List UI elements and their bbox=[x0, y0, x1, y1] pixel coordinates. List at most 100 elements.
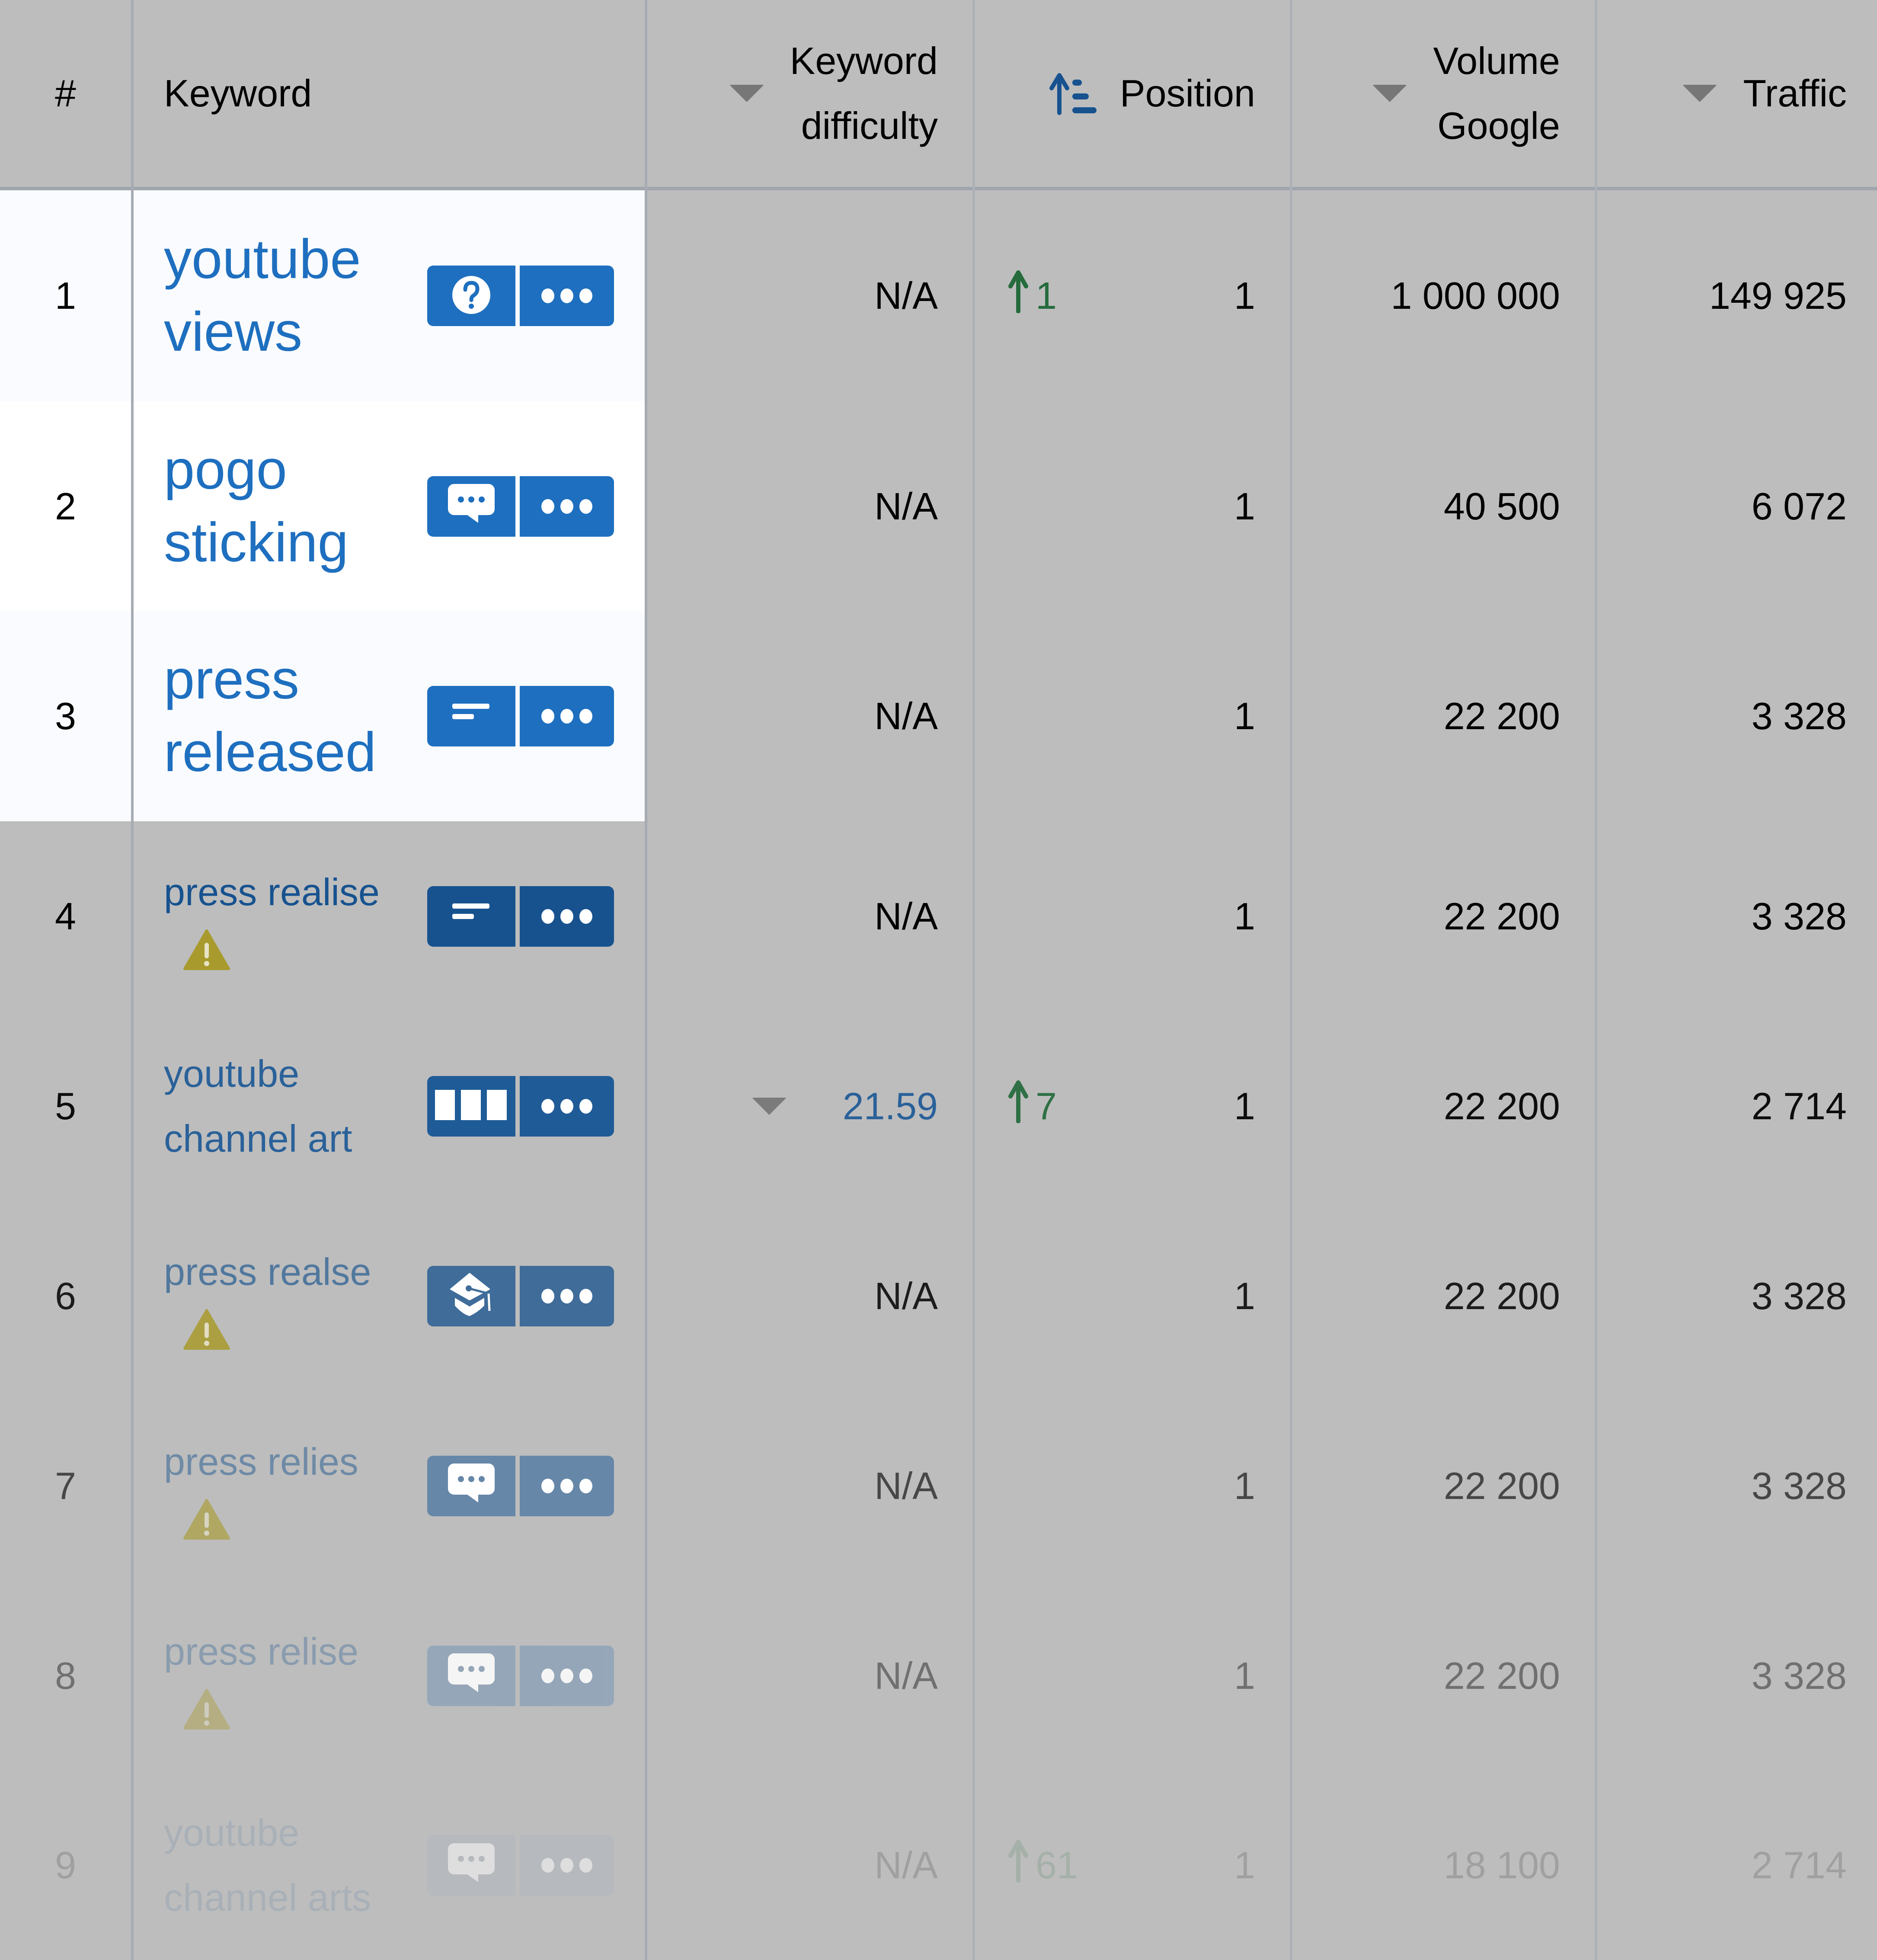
position-value: 1 bbox=[1234, 1844, 1255, 1886]
sort-caret-icon[interactable] bbox=[729, 85, 764, 102]
traffic-value: 3 328 bbox=[1751, 1464, 1847, 1507]
header-keyword-difficulty[interactable]: Keyword difficulty bbox=[647, 0, 972, 187]
volume-cell: 22 200 bbox=[1292, 1391, 1595, 1581]
position-change: 1 bbox=[1005, 270, 1057, 322]
keyword-link[interactable]: press relise bbox=[164, 1619, 415, 1684]
keyword-cell: pogo sticking bbox=[134, 401, 645, 611]
warning-icon[interactable] bbox=[183, 929, 415, 973]
traffic-value: 2 714 bbox=[1751, 1844, 1847, 1886]
more-actions-button[interactable] bbox=[520, 1645, 614, 1706]
warning-icon[interactable] bbox=[183, 1688, 415, 1732]
position-cell: 61 1 bbox=[975, 1771, 1290, 1960]
chat-bubble-icon bbox=[445, 1841, 497, 1890]
volume-cell: 22 200 bbox=[1292, 611, 1595, 821]
keyword-difficulty-cell: N/A bbox=[647, 611, 972, 821]
keyword-difficulty-value[interactable]: 21.59 bbox=[843, 1084, 938, 1128]
keyword-link[interactable]: press realise bbox=[164, 860, 415, 925]
header-volume[interactable]: Volume Google bbox=[1292, 0, 1595, 187]
traffic-value: 6 072 bbox=[1751, 484, 1847, 528]
position-change-value: 1 bbox=[1036, 274, 1057, 317]
traffic-cell: 3 328 bbox=[1597, 1581, 1877, 1771]
row-number: 8 bbox=[55, 1654, 76, 1697]
row-number: 5 bbox=[55, 1084, 76, 1127]
more-actions-button[interactable] bbox=[520, 1455, 614, 1516]
position-value: 1 bbox=[1234, 484, 1255, 528]
intent-button[interactable] bbox=[427, 266, 515, 326]
more-actions-button[interactable] bbox=[520, 1076, 614, 1137]
arrow-up-icon bbox=[1005, 1080, 1031, 1132]
keyword-link[interactable]: youtube views bbox=[164, 223, 415, 368]
keyword-difficulty-value: N/A bbox=[874, 1464, 938, 1507]
warning-icon[interactable] bbox=[183, 1309, 415, 1352]
header-position[interactable]: Position bbox=[975, 0, 1290, 187]
intent-button[interactable] bbox=[427, 1455, 515, 1516]
more-actions-button[interactable] bbox=[520, 1835, 614, 1896]
intent-button[interactable] bbox=[427, 1076, 515, 1137]
chat-bubble-icon bbox=[445, 1461, 497, 1511]
traffic-cell: 149 925 bbox=[1597, 190, 1877, 401]
keyword-difficulty-value: N/A bbox=[874, 695, 938, 737]
header-traffic-label: Traffic bbox=[1743, 72, 1847, 115]
sort-ascending-icon[interactable] bbox=[1046, 72, 1107, 115]
keyword-link[interactable]: press released bbox=[164, 644, 415, 789]
keyword-difficulty-value: N/A bbox=[874, 484, 938, 528]
more-actions-button[interactable] bbox=[520, 476, 614, 537]
traffic-value: 3 328 bbox=[1751, 1274, 1847, 1317]
volume-value: 22 200 bbox=[1443, 1464, 1560, 1507]
more-actions-button[interactable] bbox=[520, 266, 614, 326]
position-cell: 1 bbox=[975, 1581, 1290, 1771]
more-actions-button[interactable] bbox=[520, 1265, 614, 1326]
keyword-difficulty-value: N/A bbox=[874, 1274, 938, 1317]
intent-button[interactable] bbox=[427, 886, 515, 947]
question-icon bbox=[450, 273, 493, 319]
intent-button[interactable] bbox=[427, 1265, 515, 1326]
volume-value: 22 200 bbox=[1443, 1084, 1560, 1127]
header-traffic[interactable]: Traffic bbox=[1597, 0, 1877, 187]
keyword-link[interactable]: youtube channel art bbox=[164, 1041, 415, 1171]
columns-icon bbox=[432, 1086, 510, 1127]
keyword-difficulty-cell: N/A bbox=[647, 1581, 972, 1771]
volume-cell: 18 100 bbox=[1292, 1771, 1595, 1960]
keyword-link[interactable]: press realse bbox=[164, 1239, 415, 1304]
position-value: 1 bbox=[1234, 1654, 1255, 1697]
position-value: 1 bbox=[1234, 1084, 1255, 1127]
position-cell: 1 1 bbox=[975, 190, 1290, 401]
arrow-up-icon bbox=[1005, 1839, 1031, 1892]
keyword-link[interactable]: press relies bbox=[164, 1429, 415, 1494]
position-value: 1 bbox=[1234, 1464, 1255, 1507]
row-number: 1 bbox=[0, 190, 131, 401]
traffic-value: 149 925 bbox=[1709, 274, 1847, 317]
expand-caret-icon[interactable] bbox=[751, 1097, 787, 1115]
keyword-difficulty-cell: N/A bbox=[647, 821, 972, 1011]
keyword-difficulty-value: N/A bbox=[874, 1654, 938, 1697]
intent-button[interactable] bbox=[427, 686, 515, 746]
volume-value: 40 500 bbox=[1443, 484, 1560, 528]
traffic-cell: 3 328 bbox=[1597, 1201, 1877, 1391]
graduation-cap-icon bbox=[445, 1271, 497, 1321]
more-actions-button[interactable] bbox=[520, 686, 614, 746]
intent-button[interactable] bbox=[427, 1835, 515, 1896]
more-actions-button[interactable] bbox=[520, 886, 614, 947]
volume-value: 22 200 bbox=[1443, 1274, 1560, 1317]
row-number: 3 bbox=[0, 611, 131, 821]
keyword-cell: youtube channel art bbox=[134, 1011, 645, 1201]
sort-caret-icon[interactable] bbox=[1682, 85, 1717, 102]
keyword-link[interactable]: pogo sticking bbox=[164, 434, 415, 579]
warning-icon[interactable] bbox=[183, 1499, 415, 1542]
traffic-value: 2 714 bbox=[1751, 1084, 1847, 1127]
intent-button[interactable] bbox=[427, 476, 515, 537]
text-lines-icon bbox=[450, 900, 493, 932]
intent-button[interactable] bbox=[427, 1645, 515, 1706]
header-keyword[interactable]: Keyword bbox=[134, 0, 645, 187]
sort-caret-icon[interactable] bbox=[1372, 85, 1407, 102]
more-dots-icon bbox=[538, 1668, 595, 1683]
keyword-difficulty-cell: N/A bbox=[647, 401, 972, 611]
text-lines-icon bbox=[450, 700, 493, 733]
row-number: 6 bbox=[55, 1274, 76, 1317]
row-number: 9 bbox=[55, 1844, 76, 1886]
more-dots-icon bbox=[538, 1288, 595, 1303]
position-change: 61 bbox=[1005, 1839, 1078, 1892]
keyword-difficulty-value: N/A bbox=[874, 894, 938, 938]
more-dots-icon bbox=[538, 1858, 595, 1873]
keyword-link[interactable]: youtube channel arts bbox=[164, 1800, 415, 1930]
